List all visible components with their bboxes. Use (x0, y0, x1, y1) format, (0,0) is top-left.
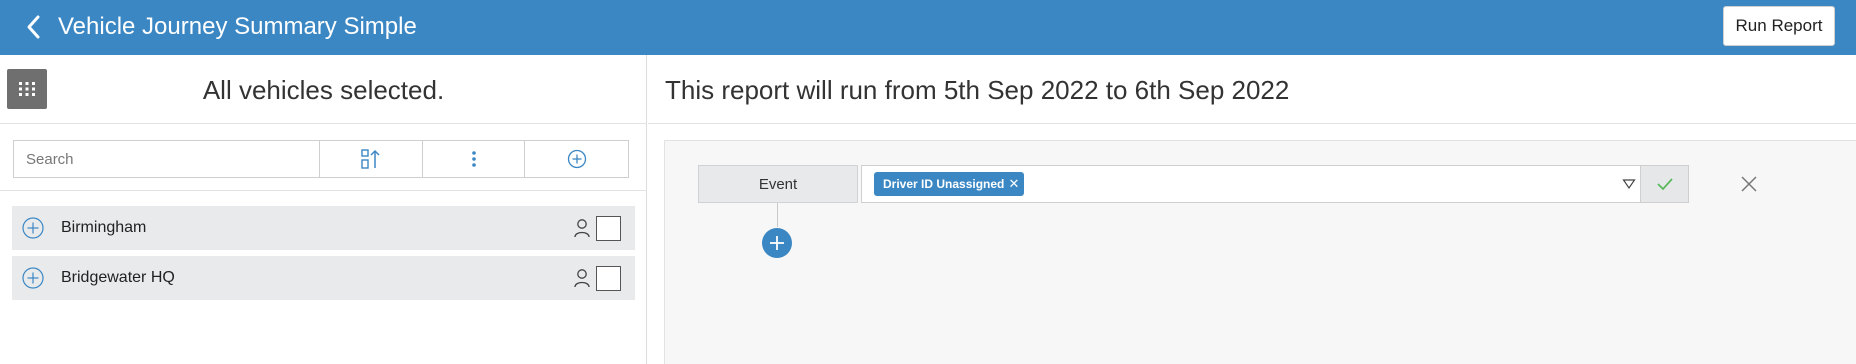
filter-builder: Event Driver ID Unassigned ✕ (664, 140, 1856, 364)
search-input[interactable] (14, 141, 321, 177)
list-item-bridgewater-hq[interactable]: Bridgewater HQ (12, 256, 635, 300)
more-vertical-icon (471, 151, 476, 167)
close-icon[interactable] (1738, 173, 1760, 195)
add-condition-button[interactable] (762, 228, 792, 258)
divider (648, 123, 1856, 124)
dropdown-triangle-icon[interactable] (1622, 178, 1636, 190)
expand-plus-icon[interactable] (22, 217, 44, 239)
divider (0, 123, 647, 124)
expand-plus-icon[interactable] (22, 267, 44, 289)
report-config-panel: This report will run from 5th Sep 2022 t… (648, 55, 1856, 364)
page-title: Vehicle Journey Summary Simple (58, 13, 417, 40)
remove-tag-icon[interactable]: ✕ (1008, 172, 1019, 196)
app-header: Vehicle Journey Summary Simple Run Repor… (0, 0, 1856, 55)
add-circle-icon (567, 149, 586, 169)
connector-line (777, 203, 778, 227)
select-checkbox[interactable] (596, 216, 621, 241)
filter-tag: Driver ID Unassigned ✕ (874, 172, 1025, 196)
selection-status: All vehicles selected. (202, 75, 445, 105)
plus-icon (770, 236, 784, 250)
confirm-filter-button[interactable] (1641, 165, 1689, 203)
report-date-range: This report will run from 5th Sep 2022 t… (665, 75, 1290, 105)
group-name: Birmingham (61, 219, 147, 236)
person-icon[interactable] (573, 267, 591, 289)
divider (0, 190, 647, 191)
group-name: Bridgewater HQ (61, 269, 175, 286)
sort-icon (361, 149, 380, 169)
person-icon[interactable] (573, 217, 591, 239)
list-item-birmingham[interactable]: Birmingham (12, 206, 635, 250)
more-options-button[interactable] (422, 141, 526, 177)
select-checkbox[interactable] (596, 266, 621, 291)
vehicle-selection-panel: All vehicles selected. Search Birmingham… (0, 55, 647, 364)
filter-tag-label: Driver ID Unassigned (883, 177, 1005, 191)
sort-button[interactable] (320, 141, 423, 177)
event-filter-select[interactable]: Driver ID Unassigned ✕ (861, 165, 1641, 203)
event-node[interactable]: Event (698, 165, 858, 203)
back-chevron-icon[interactable] (24, 14, 44, 40)
list-toolbar (13, 140, 629, 178)
run-report-button[interactable]: Run Report (1723, 6, 1835, 46)
checkmark-icon (1656, 178, 1673, 191)
add-group-button[interactable] (525, 141, 628, 177)
